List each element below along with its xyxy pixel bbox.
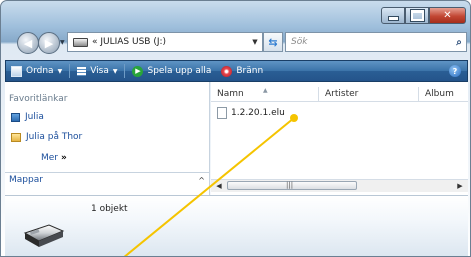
details-pane: 1 objekt: [5, 195, 468, 256]
user-folder-icon: [11, 112, 20, 122]
chevron-up-icon: ^: [198, 175, 205, 185]
item-count: 1 objekt: [91, 204, 128, 214]
scroll-left-icon[interactable]: ◀: [213, 181, 225, 191]
chevron-down-icon: ▼: [57, 67, 63, 75]
column-header-name[interactable]: ▲ Namn: [211, 87, 319, 101]
back-button[interactable]: ◀: [17, 32, 39, 54]
favorites-header: Favoritlänkar: [9, 94, 68, 104]
refresh-icon: ⇆: [268, 35, 278, 49]
search-box[interactable]: Sök ⌕: [285, 32, 467, 52]
back-arrow-icon: ◀: [23, 36, 33, 50]
chevron-down-icon: ▼: [112, 67, 118, 75]
maximize-icon: [410, 10, 424, 21]
command-bar: Ordna ▼ Visa ▼ ▶ Spela upp alla Bränn ?: [5, 60, 468, 82]
minimize-button[interactable]: [381, 7, 405, 24]
play-all-label: Spela upp alla: [147, 66, 212, 76]
column-header-label: Artister: [325, 89, 359, 99]
toolbar-divider: [69, 64, 71, 78]
play-icon: ▶: [132, 65, 144, 77]
sort-ascending-icon: ▲: [263, 87, 268, 94]
file-item[interactable]: 1.2.20.1.elu: [217, 107, 285, 119]
scrollbar-thumb[interactable]: |||: [227, 181, 357, 190]
refresh-button[interactable]: ⇆: [263, 32, 283, 52]
column-header-artists[interactable]: Artister: [319, 87, 419, 101]
favorite-item-julia-pa-thor[interactable]: Julia på Thor: [11, 132, 82, 142]
burn-button[interactable]: Bränn: [216, 61, 268, 81]
help-icon[interactable]: ?: [449, 65, 461, 77]
file-icon: [217, 107, 227, 119]
folders-bar[interactable]: Mappar ^: [5, 172, 209, 187]
folders-label: Mappar: [9, 175, 43, 185]
explorer-window: ✕ ◀ ▶ ▼ « JULIAS USB (J:) ▼ ⇆ Sök ⌕ Ordn…: [0, 0, 471, 257]
organize-icon: [11, 65, 22, 77]
scroll-right-icon[interactable]: ▶: [454, 181, 466, 191]
column-headers: ▲ Namn Artister Album: [211, 87, 468, 102]
view-label: Visa: [90, 66, 109, 76]
address-bar[interactable]: « JULIAS USB (J:) ▼: [67, 32, 263, 52]
more-link[interactable]: Mer»: [41, 153, 67, 163]
grip-icon: |||: [286, 181, 294, 189]
favorite-label: Julia på Thor: [26, 132, 83, 142]
search-icon[interactable]: ⌕: [452, 37, 466, 48]
minimize-icon: [387, 16, 399, 21]
burn-disc-icon: [221, 65, 233, 77]
double-chevron-icon: »: [61, 153, 67, 163]
file-list-pane: ▲ Namn Artister Album 1.2.20.1.elu ◀ |||…: [211, 82, 468, 195]
close-icon: ✕: [443, 10, 452, 21]
favorite-label: Julia: [25, 112, 44, 122]
burn-label: Bränn: [236, 66, 264, 76]
organize-label: Ordna: [26, 66, 54, 76]
search-input[interactable]: Sök: [286, 37, 452, 47]
close-button[interactable]: ✕: [429, 7, 466, 24]
organize-button[interactable]: Ordna ▼: [6, 61, 67, 81]
play-all-button[interactable]: ▶ Spela upp alla: [127, 61, 216, 81]
forward-arrow-icon: ▶: [44, 36, 54, 50]
view-icon: [77, 66, 87, 76]
file-name: 1.2.20.1.elu: [231, 108, 285, 118]
address-dropdown-icon[interactable]: ▼: [248, 38, 262, 46]
recent-pages-dropdown[interactable]: ▼: [60, 39, 65, 46]
navigation-pane: Favoritlänkar Julia Julia på Thor Mer» M…: [5, 82, 210, 195]
column-header-album[interactable]: Album: [419, 87, 468, 101]
more-label: Mer: [41, 153, 59, 163]
view-button[interactable]: Visa ▼: [72, 61, 122, 81]
maximize-button[interactable]: [405, 7, 429, 24]
usb-drive-icon: [73, 37, 88, 47]
toolbar-divider: [124, 64, 126, 78]
folder-icon: [11, 132, 21, 142]
column-header-label: Namn: [217, 89, 244, 99]
column-header-label: Album: [425, 89, 454, 99]
favorite-item-julia[interactable]: Julia: [11, 112, 44, 122]
usb-drive-large-icon: [23, 224, 65, 247]
horizontal-scrollbar[interactable]: ◀ ||| ▶: [211, 179, 468, 192]
address-path: « JULIAS USB (J:): [92, 37, 167, 47]
forward-button[interactable]: ▶: [38, 32, 60, 54]
